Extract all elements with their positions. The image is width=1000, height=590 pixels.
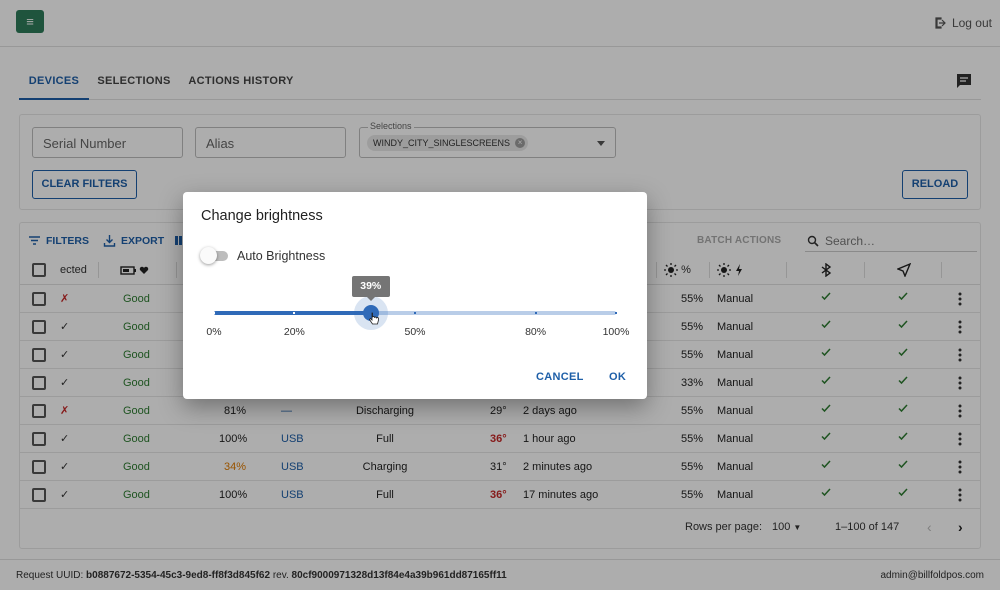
cancel-button[interactable]: CANCEL (536, 371, 584, 383)
toggle-knob (200, 247, 217, 264)
auto-brightness-label: Auto Brightness (237, 249, 326, 263)
slider-tick (534, 312, 537, 314)
slider-mark-label: 80% (525, 326, 547, 338)
slider-tick (615, 312, 617, 314)
slider-mark-label: 20% (283, 326, 305, 338)
hand-cursor-icon (368, 312, 379, 325)
slider-tick (213, 312, 215, 314)
slider-mark-label: 0% (206, 326, 222, 338)
slider-tick (293, 312, 296, 314)
slider-value-label: 39% (351, 276, 390, 301)
slider-tick (414, 312, 416, 314)
slider-mark-label: 100% (602, 326, 630, 338)
ok-button[interactable]: OK (609, 371, 626, 383)
dialog-title: Change brightness (201, 208, 323, 224)
change-brightness-dialog: Change brightness Auto Brightness 39% 0%… (183, 192, 647, 399)
brightness-slider-track[interactable] (214, 311, 371, 315)
slider-mark-label: 50% (404, 326, 426, 338)
